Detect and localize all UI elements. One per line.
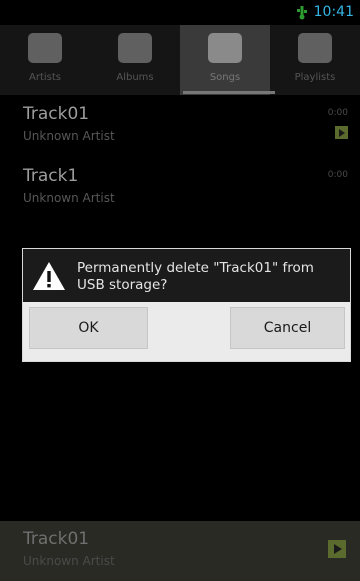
tab-label: Artists xyxy=(29,72,61,83)
tab-albums[interactable]: Albums xyxy=(90,25,180,95)
songs-icon xyxy=(208,33,242,63)
tab-label: Playlists xyxy=(294,72,336,83)
track-duration: 0:00 xyxy=(327,170,348,180)
track-title: Track1 xyxy=(23,166,79,186)
tab-songs[interactable]: Songs xyxy=(180,25,270,95)
dialog-message: Permanently delete "Track01" from USB st… xyxy=(77,260,314,293)
ok-button[interactable]: OK xyxy=(29,307,148,349)
now-playing-title: Track01 xyxy=(23,529,90,549)
status-bar: 10:41 xyxy=(0,0,360,25)
delete-confirm-dialog: Permanently delete "Track01" from USB st… xyxy=(22,248,351,362)
tab-label: Songs xyxy=(209,72,241,83)
cancel-button[interactable]: Cancel xyxy=(230,307,345,349)
track-artist: Unknown Artist xyxy=(23,129,115,143)
track-artist: Unknown Artist xyxy=(23,191,115,205)
song-list: Track01 Unknown Artist 0:00 Track1 Unkno… xyxy=(0,100,360,224)
active-tab-indicator xyxy=(183,91,275,94)
track-title: Track01 xyxy=(23,104,90,124)
list-item[interactable]: Track01 Unknown Artist 0:00 xyxy=(0,100,360,162)
play-icon[interactable] xyxy=(328,540,346,558)
usb-icon xyxy=(297,6,307,20)
playlists-icon xyxy=(298,33,332,63)
now-playing-bar[interactable]: Track01 Unknown Artist xyxy=(0,521,360,581)
tab-artists[interactable]: Artists xyxy=(0,25,90,95)
track-duration: 0:00 xyxy=(327,108,348,118)
warning-icon xyxy=(33,262,65,290)
library-tabs: Artists Albums Songs Playlists xyxy=(0,25,360,95)
tab-playlists[interactable]: Playlists xyxy=(270,25,360,95)
list-item[interactable]: Track1 Unknown Artist 0:00 xyxy=(0,162,360,224)
now-playing-artist: Unknown Artist xyxy=(23,554,115,568)
albums-icon xyxy=(118,33,152,63)
artists-icon xyxy=(28,33,62,63)
dialog-message-area: Permanently delete "Track01" from USB st… xyxy=(23,249,350,302)
tab-label: Albums xyxy=(116,72,154,83)
status-time: 10:41 xyxy=(313,4,354,20)
now-playing-indicator-icon xyxy=(335,126,348,139)
